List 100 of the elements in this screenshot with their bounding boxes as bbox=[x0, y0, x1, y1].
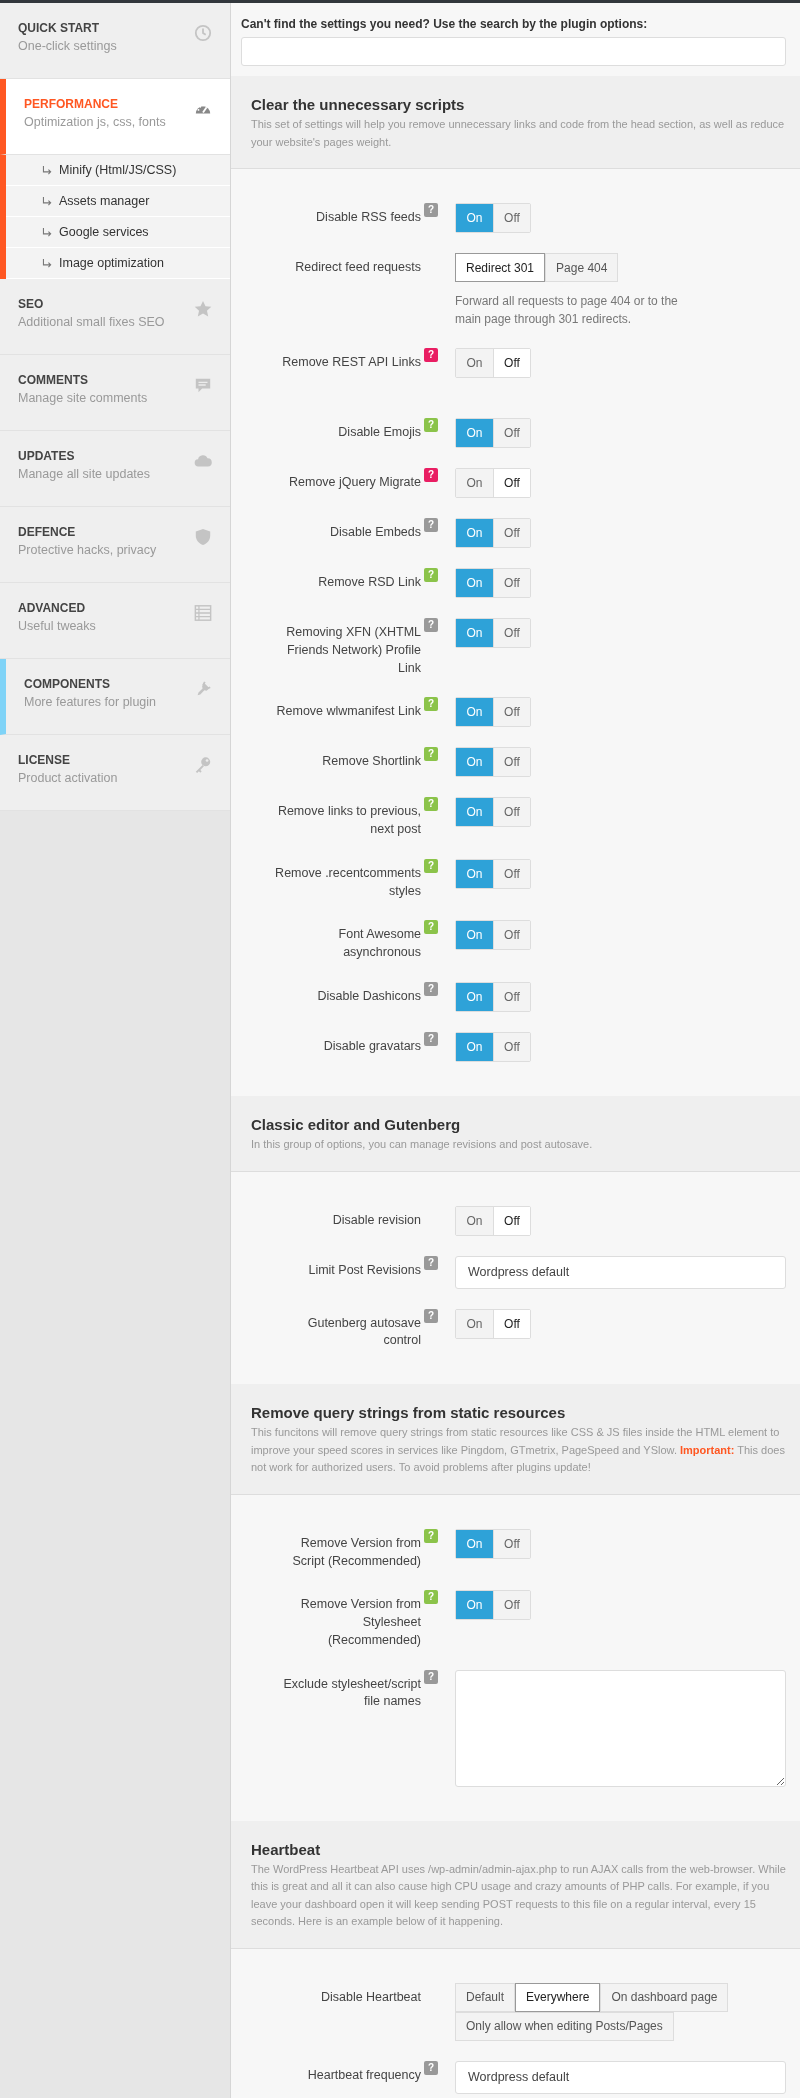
switch-option[interactable]: Off bbox=[493, 469, 530, 498]
section-description: This set of settings will help you remove unnecessary links and code from the head section, as well as reduce your website's pages weight. bbox=[251, 117, 786, 150]
switch-option[interactable]: On bbox=[456, 859, 493, 888]
switch-option[interactable]: On bbox=[456, 1309, 493, 1338]
sidebar-item[interactable]: LICENSE Product activation bbox=[0, 735, 230, 811]
sidebar-item[interactable]: DEFENCE Protective hacks, privacy bbox=[0, 507, 230, 583]
choice-option[interactable]: Only allow when editing Posts/Pages bbox=[455, 2011, 674, 2041]
text-field[interactable]: Wordpress default bbox=[455, 1255, 786, 1289]
switch-option[interactable]: Off bbox=[493, 982, 530, 1011]
choice-option[interactable]: Default bbox=[455, 1982, 516, 2012]
option-label: Remove Shortlink bbox=[321, 753, 421, 771]
search-field[interactable] bbox=[241, 37, 786, 66]
help-badge[interactable]: ? bbox=[424, 2060, 438, 2075]
switch-option[interactable]: On bbox=[456, 748, 493, 777]
switch-option[interactable]: On bbox=[456, 1206, 493, 1235]
submenu-item[interactable]: Minify (Html/JS/CSS) bbox=[6, 155, 230, 186]
switch-option[interactable]: Off bbox=[493, 1309, 530, 1338]
sidebar-item[interactable]: UPDATES Manage all site updates bbox=[0, 431, 230, 507]
switch-option[interactable]: On bbox=[456, 982, 493, 1011]
choice-option[interactable]: Page 404 bbox=[545, 253, 619, 283]
switch-option[interactable]: On bbox=[456, 419, 493, 448]
sidebar-item[interactable]: COMMENTS Manage site comments bbox=[0, 355, 230, 431]
submenu-item[interactable]: Assets manager bbox=[6, 186, 230, 217]
sidebar-item-subtitle: Additional small fixes SEO bbox=[18, 315, 165, 329]
sidebar-item[interactable]: COMPONENTS More features for plugin bbox=[0, 659, 230, 735]
sidebar-item-subtitle: One-click settings bbox=[18, 39, 117, 53]
switch-option[interactable]: On bbox=[456, 469, 493, 498]
switch-option[interactable]: Off bbox=[493, 748, 530, 777]
corner-arrow-icon bbox=[42, 227, 53, 237]
star-icon bbox=[194, 300, 212, 318]
switch-option[interactable]: Off bbox=[493, 349, 530, 378]
option-label: Disable revision bbox=[331, 1211, 421, 1229]
sidebar-item-title: LICENSE bbox=[18, 753, 71, 767]
help-badge[interactable]: ? bbox=[424, 1669, 438, 1684]
sidebar-item-subtitle: Protective hacks, privacy bbox=[18, 543, 157, 557]
submenu-label: Assets manager bbox=[59, 194, 150, 208]
sidebar-item[interactable]: QUICK START One-click settings bbox=[0, 3, 230, 79]
option-label: Disable Emojis bbox=[337, 424, 421, 442]
option-label: Remove Version from Stylesheet (Recommended) bbox=[299, 1596, 421, 1649]
switch-option[interactable]: Off bbox=[493, 698, 530, 727]
submenu-item[interactable]: Image optimization bbox=[6, 248, 230, 279]
corner-arrow-icon bbox=[42, 258, 53, 268]
text-field[interactable]: Wordpress default bbox=[455, 2060, 786, 2094]
option-label: Remove Version from Script (Recommended) bbox=[291, 1534, 421, 1570]
switch-option[interactable]: On bbox=[456, 698, 493, 727]
switch-option[interactable]: Off bbox=[493, 921, 530, 950]
switch-option[interactable]: On bbox=[456, 519, 493, 548]
switch-option[interactable]: Off bbox=[493, 619, 530, 648]
switch-option[interactable]: On bbox=[456, 619, 493, 648]
switch-option[interactable]: On bbox=[456, 204, 493, 233]
help-badge[interactable]: ? bbox=[424, 203, 438, 218]
switch-option[interactable]: On bbox=[456, 798, 493, 827]
choice-option[interactable]: On dashboard page bbox=[600, 1982, 729, 2012]
switch-option[interactable]: Off bbox=[493, 1591, 530, 1620]
option-label: Heartbeat frequency bbox=[306, 2066, 421, 2084]
switch-option[interactable]: Off bbox=[493, 419, 530, 448]
switch-option[interactable]: On bbox=[456, 1529, 493, 1558]
sidebar-item-title: DEFENCE bbox=[18, 525, 77, 539]
switch-option[interactable]: Off bbox=[493, 1206, 530, 1235]
section-description: In this group of options, you can manage revisions and post autosave. bbox=[251, 1136, 594, 1152]
option-label: Limit Post Revisions bbox=[307, 1261, 421, 1279]
option-label: Gutenberg autosave control bbox=[306, 1314, 421, 1350]
sidebar-item[interactable]: PERFORMANCE Optimization js, css, fonts bbox=[0, 79, 230, 155]
help-badge[interactable]: ? bbox=[424, 618, 438, 633]
switch-option[interactable]: Off bbox=[493, 519, 530, 548]
submenu-label: Image optimization bbox=[59, 256, 164, 270]
help-badge[interactable]: ? bbox=[424, 348, 438, 363]
sidebar-item[interactable]: ADVANCED Useful tweaks bbox=[0, 583, 230, 659]
switch-option[interactable]: On bbox=[456, 1591, 493, 1620]
sidebar-item[interactable]: SEO Additional small fixes SEO bbox=[0, 279, 230, 355]
option-label: Font Awesome asynchronous bbox=[337, 926, 421, 962]
switch-option[interactable]: Off bbox=[493, 859, 530, 888]
help-badge[interactable]: ? bbox=[424, 1031, 438, 1046]
corner-arrow-icon bbox=[42, 165, 53, 175]
choice-option[interactable]: Redirect 301 bbox=[455, 253, 546, 283]
option-label: Remove REST API Links bbox=[281, 354, 421, 372]
switch-option[interactable]: On bbox=[456, 921, 493, 950]
switch-option[interactable]: Off bbox=[493, 204, 530, 233]
switch-option[interactable]: On bbox=[456, 569, 493, 598]
switch-option[interactable]: On bbox=[456, 1032, 493, 1061]
option-label: Exclude stylesheet/script file names bbox=[282, 1675, 421, 1711]
sidebar-item-subtitle: Manage all site updates bbox=[18, 467, 151, 481]
switch-option[interactable]: Off bbox=[493, 798, 530, 827]
text-area[interactable] bbox=[455, 1669, 786, 1787]
option-label: Disable Embeds bbox=[329, 524, 421, 542]
section-title: Classic editor and Gutenberg bbox=[251, 1115, 462, 1133]
help-badge[interactable]: ? bbox=[424, 1308, 438, 1323]
switch-option[interactable]: Off bbox=[493, 569, 530, 598]
help-badge[interactable]: ? bbox=[424, 518, 438, 533]
option-label: Disable Heartbeat bbox=[319, 1988, 421, 2006]
switch-option[interactable]: On bbox=[456, 349, 493, 378]
help-badge[interactable]: ? bbox=[424, 981, 438, 996]
submenu-item[interactable]: Google services bbox=[6, 217, 230, 248]
help-badge[interactable]: ? bbox=[424, 468, 438, 483]
switch-option[interactable]: Off bbox=[493, 1032, 530, 1061]
choice-option[interactable]: Everywhere bbox=[515, 1982, 601, 2012]
option-label: Redirect feed requests bbox=[294, 259, 421, 277]
help-badge[interactable]: ? bbox=[424, 1255, 438, 1270]
sidebar-item-title: QUICK START bbox=[18, 21, 101, 35]
switch-option[interactable]: Off bbox=[493, 1529, 530, 1558]
